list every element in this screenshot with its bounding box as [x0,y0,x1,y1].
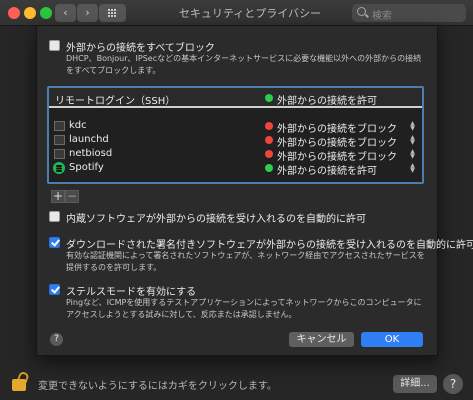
status-popup-chevron-icon[interactable]: ▲ ▼ [409,149,416,160]
downloaded-signed-description: 有効な認証機関によって署名されたソフトウェアが、ネットワーク経由でアクセスされた… [66,251,425,272]
status-popup-chevron-icon[interactable]: ▲ ▼ [409,121,416,132]
spotify-icon [53,162,65,174]
search-placeholder: 検索 [372,11,392,22]
pane-help-button[interactable]: ? [443,374,463,394]
close-window-button[interactable] [8,7,20,19]
list-item[interactable]: Spotify 外部からの接続を許可 ▲ ▼ [49,161,422,177]
status-dot-icon [265,136,273,144]
show-all-grid-icon[interactable] [99,4,126,22]
builtin-software-label: 内蔵ソフトウェアが外部からの接続を受け入れるのを自動的に許可 [66,214,366,225]
minimize-window-button[interactable] [24,7,36,19]
app-name: kdc [69,120,87,131]
app-list[interactable]: リモートログイン（SSH） 外部からの接続を許可 kdc 外部からの接続をブロッ… [47,86,424,184]
status-dot-icon [265,164,273,172]
list-header-status: 外部からの接続を許可 [277,96,377,107]
app-name: netbiosd [69,148,113,159]
search-icon [357,7,366,16]
block-all-label: 外部からの接続をすべてブロック [66,43,215,54]
list-header-row[interactable]: リモートログイン（SSH） 外部からの接続を許可 [49,88,422,108]
cancel-button[interactable]: キャンセル [289,332,354,347]
app-status[interactable]: 外部からの接続を許可 [277,162,377,177]
app-name: launchd [69,134,109,145]
app-icon [54,135,65,145]
list-item[interactable]: kdc 外部からの接続をブロック ▲ ▼ [49,119,422,135]
back-button[interactable]: ‹ [55,4,76,22]
app-icon [54,121,65,131]
remove-app-button[interactable]: − [65,190,79,203]
app-icon [54,149,65,159]
builtin-software-checkbox[interactable] [49,211,60,222]
block-all-checkbox[interactable] [49,40,60,51]
status-dot-icon [265,122,273,130]
app-name: Spotify [69,162,104,173]
status-popup-chevron-icon[interactable]: ▲ ▼ [409,163,416,174]
list-item[interactable]: netbiosd 外部からの接続をブロック ▲ ▼ [49,147,422,163]
downloaded-signed-label: ダウンロードされた署名付きソフトウェアが外部からの接続を受け入れるのを自動的に許… [66,240,473,251]
zoom-window-button[interactable] [40,7,52,19]
ok-button[interactable]: OK [361,332,423,347]
stealth-mode-checkbox[interactable] [49,284,60,295]
status-dot-icon [265,150,273,158]
window-title: セキュリティとプライバシー [178,7,322,20]
forward-button[interactable]: › [77,4,98,22]
search-input[interactable]: 検索 [352,4,466,22]
stealth-mode-description: Pingなど、ICMPを使用するテストアプリケーションによってネットワークからこ… [66,298,422,319]
status-popup-chevron-icon[interactable]: ▲ ▼ [409,135,416,146]
sheet-help-button[interactable]: ? [50,333,63,346]
stealth-mode-label: ステルスモードを有効にする [66,287,197,298]
details-button[interactable]: 詳細... [393,375,437,393]
add-app-button[interactable]: + [51,190,65,203]
block-all-description: DHCP、Bonjour、IPSecなどの基本インターネットサービスに必要な機能… [66,54,422,75]
status-dot-icon [265,94,273,102]
lock-hint-text: 変更できないようにするにはカギをクリックします。 [38,381,277,392]
downloaded-signed-checkbox[interactable] [49,237,60,248]
list-item[interactable]: launchd 外部からの接続をブロック ▲ ▼ [49,133,422,149]
title-bar: ‹ › セキュリティとプライバシー 検索 [0,0,473,26]
firewall-options-sheet: 外部からの接続をすべてブロック DHCP、Bonjour、IPSecなどの基本イ… [36,26,473,356]
list-header-name: リモートログイン（SSH） [55,96,176,107]
